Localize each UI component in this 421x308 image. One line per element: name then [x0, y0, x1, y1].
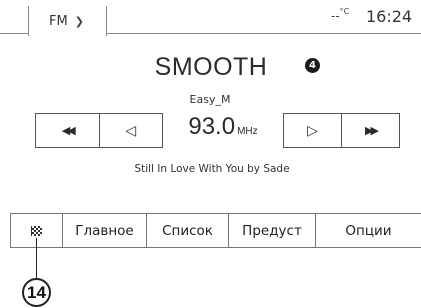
tab-presets[interactable]: Предуст	[228, 214, 315, 247]
station-name: SMOOTH	[154, 53, 268, 81]
checkered-flag-icon	[31, 225, 42, 236]
step-forward-button[interactable]: ▷	[284, 114, 341, 147]
frequency-display: 93.0 MHz	[173, 113, 273, 141]
temperature-unit: °C	[339, 7, 350, 16]
tab-main-label: Главное	[75, 222, 134, 239]
temperature-readout: --°C	[331, 7, 350, 23]
top-divider-left	[0, 33, 28, 34]
tab-list-label: Список	[162, 222, 213, 239]
tab-presets-label: Предуст	[242, 222, 302, 239]
seek-forward-icon: ▶▶	[365, 124, 379, 137]
tune-forward-controls: ▷ ▶▶	[283, 113, 400, 148]
tab-options-label: Опции	[345, 222, 392, 239]
radio-text: Still In Love With You by Sade	[134, 163, 290, 175]
radio-screen: FM ❯ --°C 16:24 SMOOTH 4 Easy_M ◀◀ ◁ 93.…	[0, 0, 421, 258]
seek-forward-button[interactable]: ▶▶	[341, 114, 399, 147]
frequency-value: 93.0	[188, 113, 236, 140]
step-back-button[interactable]: ◁	[98, 114, 163, 147]
preset-number-badge: 4	[305, 58, 320, 73]
callout-leader-line	[36, 238, 37, 280]
source-label: FM	[49, 13, 68, 29]
step-back-icon: ◁	[125, 122, 137, 139]
temperature-value: --	[331, 9, 340, 23]
seek-back-button[interactable]: ◀◀	[36, 114, 99, 147]
seek-back-icon: ◀◀	[61, 124, 76, 137]
step-forward-icon: ▷	[307, 122, 318, 139]
tab-main[interactable]: Главное	[62, 214, 146, 247]
source-selector[interactable]: FM ❯	[28, 6, 107, 36]
clock: 16:24	[366, 7, 413, 26]
callout-marker: 14	[22, 278, 51, 307]
program-service-name: Easy_M	[189, 93, 231, 106]
bottom-tab-bar: Главное Список Предуст Опции	[10, 213, 421, 248]
chevron-down-icon: ❯	[74, 14, 84, 28]
frequency-unit: MHz	[237, 126, 258, 137]
tab-list[interactable]: Список	[146, 214, 228, 247]
tune-back-controls: ◀◀ ◁	[35, 113, 163, 148]
tab-options[interactable]: Опции	[315, 214, 421, 247]
top-divider-right	[106, 33, 421, 34]
